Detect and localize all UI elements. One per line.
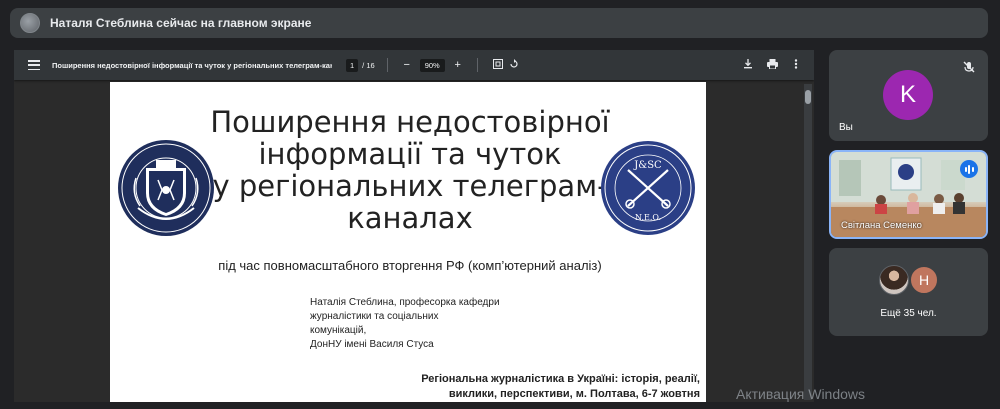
author-line: комунікацій, [310, 325, 367, 336]
rotate-icon[interactable] [506, 58, 522, 72]
page-number-input[interactable]: 1 [346, 58, 359, 72]
participant-tile-self[interactable]: K Вы [829, 50, 988, 141]
presenter-banner-text: Наталя Стеблина сейчас на главном экране [50, 16, 312, 30]
print-icon[interactable] [764, 58, 780, 72]
slide-subtitle: під час повномасштабного вторгення РФ (к… [218, 258, 602, 273]
slide-title-line: інформації та чуток [258, 137, 562, 171]
logo-text-neo: N.E.O. [635, 213, 661, 222]
logo-text-jsc: J&SC [633, 160, 662, 171]
pdf-toolbar: Поширення недостовірної інформації та чу… [14, 50, 814, 80]
speaking-indicator-icon [960, 160, 978, 178]
menu-icon[interactable] [28, 60, 40, 70]
download-icon[interactable] [740, 58, 756, 72]
mic-off-icon [962, 60, 976, 74]
slide-title-line: у регіональних телеграм- [212, 169, 608, 203]
conference-line: Регіональна журналістика в Україні: істо… [421, 373, 700, 385]
pdf-document-title: Поширення недостовірної інформації та чу… [52, 60, 332, 70]
windows-activation-watermark: Активация Windows [736, 386, 866, 402]
university-seal-logo [116, 138, 216, 238]
slide-title-line: каналах [347, 201, 473, 235]
toolbar-divider [476, 58, 478, 72]
zoom-level-input[interactable]: 90% [419, 58, 445, 72]
author-line: Наталія Стеблина, професорка кафедри [310, 297, 500, 308]
more-participants-label: Ещё 35 чел. [880, 308, 937, 319]
page-total: / 16 [362, 60, 375, 70]
journalism-department-logo: J&SC N.E.O. [598, 138, 698, 238]
self-avatar: K [883, 70, 933, 120]
more-vert-icon[interactable] [788, 58, 804, 72]
self-label: Вы [839, 122, 853, 133]
presenter-banner: Наталя Стеблина сейчас на главном экране [10, 8, 988, 38]
slide-title: Поширення недостовірної інформації та чу… [210, 106, 610, 234]
participant-tile-others[interactable]: Н Ещё 35 чел. [829, 248, 988, 336]
toolbar-divider [386, 58, 388, 72]
zoom-out-button[interactable]: − [400, 59, 414, 71]
presenter-avatar [20, 13, 40, 33]
author-line: ДонНУ імені Василя Стуса [310, 339, 434, 350]
participant-initial-avatar: Н [909, 265, 939, 295]
scrollbar-thumb[interactable] [805, 90, 811, 104]
fit-page-icon[interactable] [490, 58, 506, 72]
author-line: журналістики та соціальних [310, 311, 439, 322]
pdf-scrollbar[interactable] [804, 84, 812, 400]
participant-tile-speaker[interactable]: Світлана Семенко [829, 150, 988, 239]
slide-title-line: Поширення недостовірної [210, 105, 610, 139]
pdf-page: Поширення недостовірної інформації та чу… [110, 82, 706, 402]
conference-line: виклики, перспективи, м. Полтава, 6-7 жо… [448, 388, 700, 400]
participant-photo-avatar [879, 265, 909, 295]
slide-author: Наталія Стеблина, професорка кафедри жур… [310, 296, 550, 352]
speaker-label: Світлана Семенко [841, 220, 922, 231]
slide-conference: Регіональна журналістика в Україні: істо… [380, 372, 700, 402]
shared-screen: Поширення недостовірної інформації та чу… [14, 50, 814, 402]
zoom-in-button[interactable]: + [451, 59, 465, 71]
